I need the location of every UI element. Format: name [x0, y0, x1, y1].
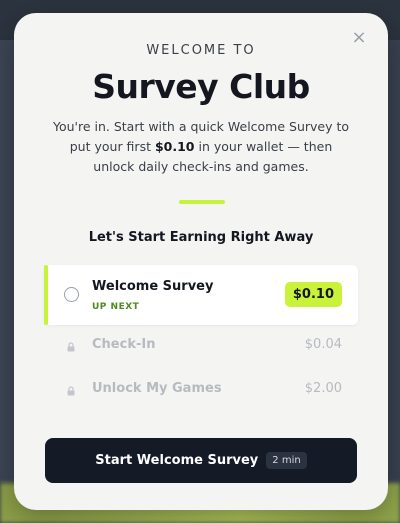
- lock-icon: [67, 386, 75, 396]
- welcome-modal: × WELCOME TO Survey Club You're in. Star…: [14, 13, 388, 510]
- modal-subtitle: You're in. Start with a quick Welcome Su…: [50, 117, 352, 177]
- task-name: Unlock My Games: [92, 381, 222, 396]
- backdrop-left: [0, 40, 14, 483]
- task-welcome-survey[interactable]: Welcome Survey UP NEXT $0.10: [44, 265, 358, 325]
- task-unlock-games: Unlock My Games $2.00: [44, 369, 358, 413]
- task-name: Check-In: [92, 337, 156, 352]
- section-heading: Let's Start Earning Right Away: [88, 230, 314, 245]
- task-reward: $2.00: [304, 381, 342, 396]
- task-check-in: Check-In $0.04: [44, 325, 358, 369]
- lock-icon: [67, 342, 75, 352]
- task-reward: $0.04: [304, 337, 342, 352]
- up-next-badge: UP NEXT: [92, 302, 140, 312]
- backdrop-right: [386, 40, 400, 483]
- duration-badge: 2 min: [266, 452, 307, 469]
- accent-divider: [179, 200, 225, 204]
- start-survey-button[interactable]: Start Welcome Survey 2 min: [45, 438, 357, 483]
- button-label: Start Welcome Survey: [95, 453, 259, 468]
- reward-badge: $0.10: [284, 282, 342, 307]
- task-name: Welcome Survey: [92, 279, 214, 294]
- active-indicator: [44, 265, 48, 325]
- task-list: Welcome Survey UP NEXT $0.10 Check-In $0…: [44, 265, 358, 413]
- subtitle-amount: $0.10: [154, 139, 195, 154]
- eyebrow-text: WELCOME TO: [146, 43, 256, 58]
- modal-title: Survey Club: [92, 67, 310, 106]
- radio-circle-icon[interactable]: [64, 287, 79, 302]
